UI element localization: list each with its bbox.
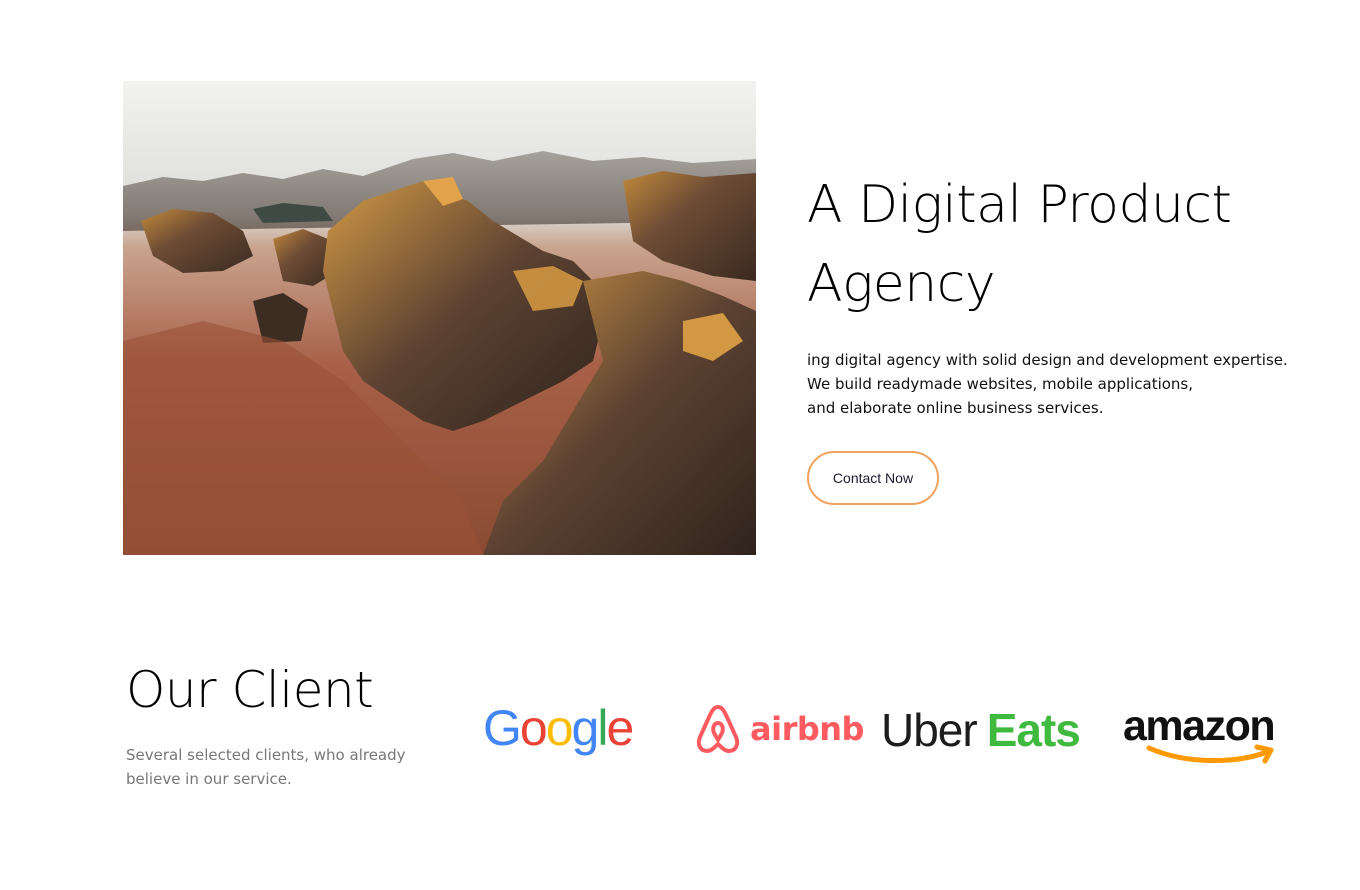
desert-rocks-photo bbox=[123, 81, 756, 555]
google-logo-letter: e bbox=[606, 700, 634, 756]
hero-description-line: We build readymade websites, mobile appl… bbox=[807, 375, 1194, 393]
uber-eats-logo: Uber Eats bbox=[881, 703, 1081, 757]
amazon-smile-arrow-icon bbox=[1146, 744, 1274, 764]
google-logo-letter: l bbox=[597, 700, 608, 756]
google-logo-letter: G bbox=[483, 700, 522, 756]
amazon-wordmark: amazon bbox=[1123, 702, 1276, 750]
contact-now-button[interactable]: Contact Now bbox=[807, 451, 939, 505]
clients-title: Our Client bbox=[126, 661, 374, 719]
hero-title: A Digital Product Agency bbox=[807, 166, 1277, 324]
google-logo-letter: o bbox=[545, 700, 574, 756]
google-logo-letter: g bbox=[571, 700, 600, 756]
eats-wordmark: Eats bbox=[986, 704, 1081, 756]
hero-title-line1: A Digital Product bbox=[807, 175, 1232, 235]
hero-description-line: and elaborate online business services. bbox=[807, 399, 1104, 417]
airbnb-belo-icon bbox=[696, 705, 740, 753]
airbnb-wordmark: airbnb bbox=[750, 710, 864, 748]
clients-description: Several selected clients, who already be… bbox=[126, 743, 406, 791]
clients-description-line: believe in our service. bbox=[126, 770, 292, 788]
hero-description: ing digital agency with solid design and… bbox=[807, 348, 1288, 420]
amazon-logo: amazon bbox=[1123, 704, 1305, 764]
airbnb-logo: airbnb bbox=[694, 702, 864, 756]
google-logo-letter: o bbox=[519, 700, 548, 756]
google-logo: G o o g l e bbox=[483, 700, 634, 756]
hero-description-line: ing digital agency with solid design and… bbox=[807, 351, 1288, 369]
clients-description-line: Several selected clients, who already bbox=[126, 746, 406, 764]
uber-wordmark: Uber bbox=[881, 704, 978, 756]
hero-title-line2: Agency bbox=[807, 254, 996, 314]
hero-image bbox=[123, 81, 756, 555]
